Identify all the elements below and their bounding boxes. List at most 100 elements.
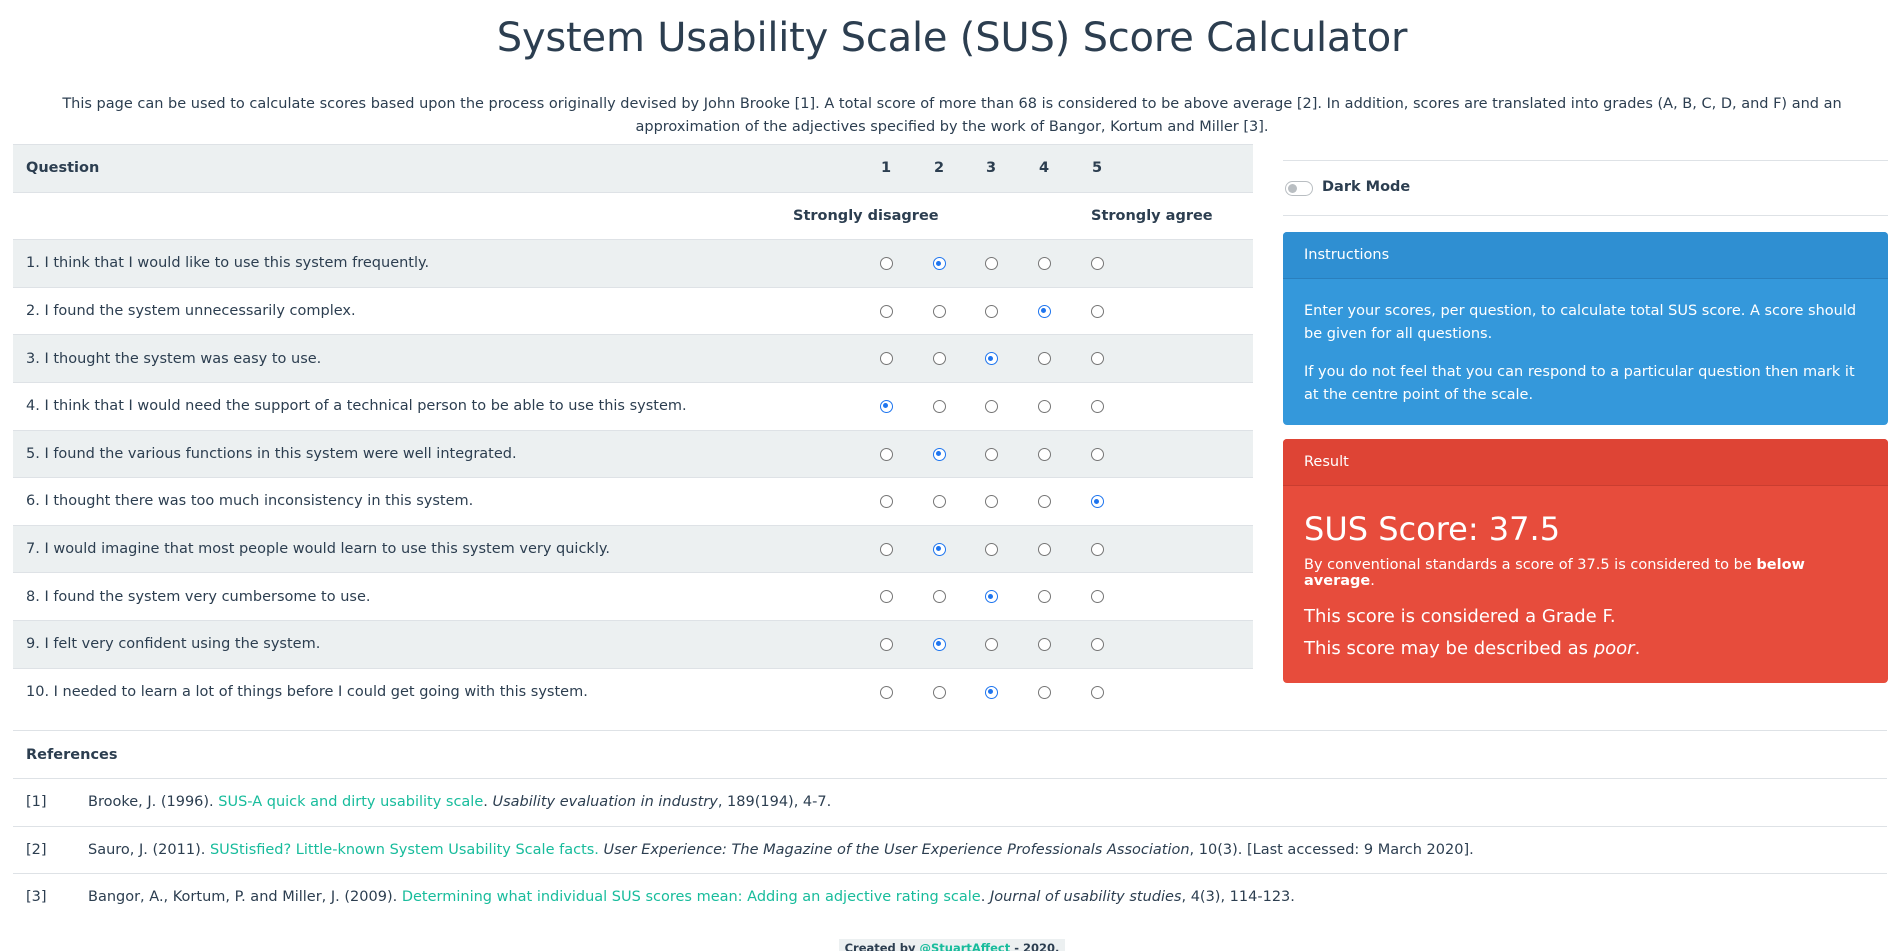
radio-q6-option-5[interactable] bbox=[1090, 495, 1104, 509]
radio-q7-option-4[interactable] bbox=[1037, 542, 1051, 556]
result-title: Result bbox=[1283, 439, 1888, 486]
instructions-card: Instructions Enter your scores, per ques… bbox=[1283, 232, 1888, 425]
radio-q8-option-3[interactable] bbox=[984, 590, 998, 604]
reference-link[interactable]: Determining what individual SUS scores m… bbox=[402, 889, 981, 905]
radio-q7-option-1[interactable] bbox=[879, 542, 893, 556]
reference-link[interactable]: SUS-A quick and dirty usability scale bbox=[218, 794, 483, 810]
reference-row: [2] Sauro, J. (2011). SUStisfied? Little-… bbox=[13, 825, 1887, 874]
radio-q9-option-5[interactable] bbox=[1090, 637, 1104, 651]
question-text: 8. I found the system very cumbersome to… bbox=[26, 588, 371, 605]
question-row: 4. I think that I would need the support… bbox=[13, 381, 1253, 430]
reference-number: [3] bbox=[26, 889, 47, 905]
radio-q9-option-4[interactable] bbox=[1037, 637, 1051, 651]
question-text: 5. I found the various functions in this… bbox=[26, 445, 517, 462]
radio-q1-option-5[interactable] bbox=[1090, 257, 1104, 271]
question-text: 1. I think that I would like to use this… bbox=[26, 255, 430, 272]
question-text: 4. I think that I would need the support… bbox=[26, 398, 687, 415]
standards-text: By conventional standards a score of 37.… bbox=[1304, 557, 1805, 589]
dark-mode-label: Dark Mode bbox=[1322, 179, 1411, 195]
radio-q4-option-5[interactable] bbox=[1090, 399, 1104, 413]
question-header: Question bbox=[26, 160, 100, 177]
radio-q1-option-2[interactable] bbox=[932, 257, 946, 271]
footer: Created by @StuartAffect - 2020. bbox=[0, 939, 1904, 951]
radio-q7-option-3[interactable] bbox=[984, 542, 998, 556]
radio-q5-option-5[interactable] bbox=[1090, 447, 1104, 461]
radio-q4-option-4[interactable] bbox=[1037, 399, 1051, 413]
question-row: 5. I found the various functions in this… bbox=[13, 429, 1253, 478]
reference-text: Brooke, J. (1996). SUS-A quick and dirty… bbox=[88, 794, 832, 810]
radio-q10-option-4[interactable] bbox=[1037, 685, 1051, 699]
radio-q8-option-4[interactable] bbox=[1037, 590, 1051, 604]
reference-text: Bangor, A., Kortum, P. and Miller, J. (2… bbox=[88, 889, 1295, 905]
radio-q2-option-2[interactable] bbox=[932, 304, 946, 318]
reference-link[interactable]: SUStisfied? Little-known System Usabilit… bbox=[210, 842, 599, 858]
instructions-paragraph-1: Enter your scores, per question, to calc… bbox=[1304, 303, 1857, 342]
strongly-disagree-label: Strongly disagree bbox=[793, 207, 939, 224]
toggle-knob bbox=[1288, 184, 1297, 193]
sus-score: SUS Score: 37.5 bbox=[1304, 510, 1561, 548]
radio-q6-option-3[interactable] bbox=[984, 495, 998, 509]
intro-text: This page can be used to calculate score… bbox=[62, 96, 1842, 135]
radio-q2-option-3[interactable] bbox=[984, 304, 998, 318]
question-text: 9. I felt very confident using the syste… bbox=[26, 636, 321, 653]
question-text: 2. I found the system unnecessarily comp… bbox=[26, 303, 356, 320]
radio-q3-option-1[interactable] bbox=[879, 352, 893, 366]
radio-q3-option-3[interactable] bbox=[984, 352, 998, 366]
radio-q3-option-4[interactable] bbox=[1037, 352, 1051, 366]
radio-q9-option-2[interactable] bbox=[932, 637, 946, 651]
radio-q4-option-2[interactable] bbox=[932, 399, 946, 413]
sidebar: Dark Mode Instructions Enter your scores… bbox=[1283, 160, 1888, 683]
radio-q3-option-2[interactable] bbox=[932, 352, 946, 366]
radio-q7-option-2[interactable] bbox=[932, 542, 946, 556]
radio-q2-option-5[interactable] bbox=[1090, 304, 1104, 318]
radio-q8-option-5[interactable] bbox=[1090, 590, 1104, 604]
radio-q3-option-5[interactable] bbox=[1090, 352, 1104, 366]
radio-q5-option-2[interactable] bbox=[932, 447, 946, 461]
radio-q1-option-4[interactable] bbox=[1037, 257, 1051, 271]
radio-q2-option-1[interactable] bbox=[879, 304, 893, 318]
footer-credit: Created by @StuartAffect - 2020. bbox=[838, 939, 1066, 951]
radio-q4-option-1[interactable] bbox=[879, 399, 893, 413]
radio-q5-option-3[interactable] bbox=[984, 447, 998, 461]
radio-q8-option-1[interactable] bbox=[879, 590, 893, 604]
question-row: 6. I thought there was too much inconsis… bbox=[13, 477, 1253, 525]
radio-q8-option-2[interactable] bbox=[932, 590, 946, 604]
strongly-agree-label: Strongly agree bbox=[1091, 207, 1213, 224]
radio-q10-option-5[interactable] bbox=[1090, 685, 1104, 699]
question-row: 2. I found the system unnecessarily comp… bbox=[13, 286, 1253, 335]
radio-q4-option-3[interactable] bbox=[984, 399, 998, 413]
radio-q10-option-3[interactable] bbox=[984, 685, 998, 699]
radio-q6-option-2[interactable] bbox=[932, 495, 946, 509]
radio-q6-option-1[interactable] bbox=[879, 495, 893, 509]
scale-labels-row: Strongly disagree Strongly agree bbox=[13, 191, 1253, 240]
reference-text: Sauro, J. (2011). SUStisfied? Little-kno… bbox=[88, 841, 1474, 858]
adjective-text: This score may be described as poor. bbox=[1304, 638, 1641, 659]
radio-q5-option-4[interactable] bbox=[1037, 447, 1051, 461]
radio-q5-option-1[interactable] bbox=[879, 447, 893, 461]
scale-header-5: 5 bbox=[1091, 160, 1103, 177]
grade-text: This score is considered a Grade F. bbox=[1304, 606, 1616, 627]
author-link[interactable]: @StuartAffect bbox=[920, 941, 1011, 951]
instructions-paragraph-2: If you do not feel that you can respond … bbox=[1304, 364, 1855, 403]
radio-q6-option-4[interactable] bbox=[1037, 495, 1051, 509]
reference-number: [1] bbox=[26, 794, 47, 810]
reference-row: [1] Brooke, J. (1996). SUS-A quick and di… bbox=[13, 778, 1887, 826]
question-text: 10. I needed to learn a lot of things be… bbox=[26, 683, 588, 700]
question-row: 10. I needed to learn a lot of things be… bbox=[13, 667, 1253, 716]
radio-q10-option-2[interactable] bbox=[932, 685, 946, 699]
radio-q9-option-1[interactable] bbox=[879, 637, 893, 651]
questions-table: Question 1 2 3 4 5 Strongly disagree Str… bbox=[13, 144, 1253, 715]
radio-q1-option-1[interactable] bbox=[879, 257, 893, 271]
radio-q7-option-5[interactable] bbox=[1090, 542, 1104, 556]
question-row: 1. I think that I would like to use this… bbox=[13, 239, 1253, 287]
question-row: 7. I would imagine that most people woul… bbox=[13, 524, 1253, 573]
radio-q9-option-3[interactable] bbox=[984, 637, 998, 651]
dark-mode-toggle[interactable] bbox=[1285, 181, 1313, 196]
table-header-row: Question 1 2 3 4 5 bbox=[13, 144, 1253, 192]
question-row: 8. I found the system very cumbersome to… bbox=[13, 572, 1253, 620]
scale-header-2: 2 bbox=[933, 160, 945, 177]
question-row: 3. I thought the system was easy to use. bbox=[13, 334, 1253, 382]
radio-q2-option-4[interactable] bbox=[1037, 304, 1051, 318]
radio-q1-option-3[interactable] bbox=[984, 257, 998, 271]
radio-q10-option-1[interactable] bbox=[879, 685, 893, 699]
